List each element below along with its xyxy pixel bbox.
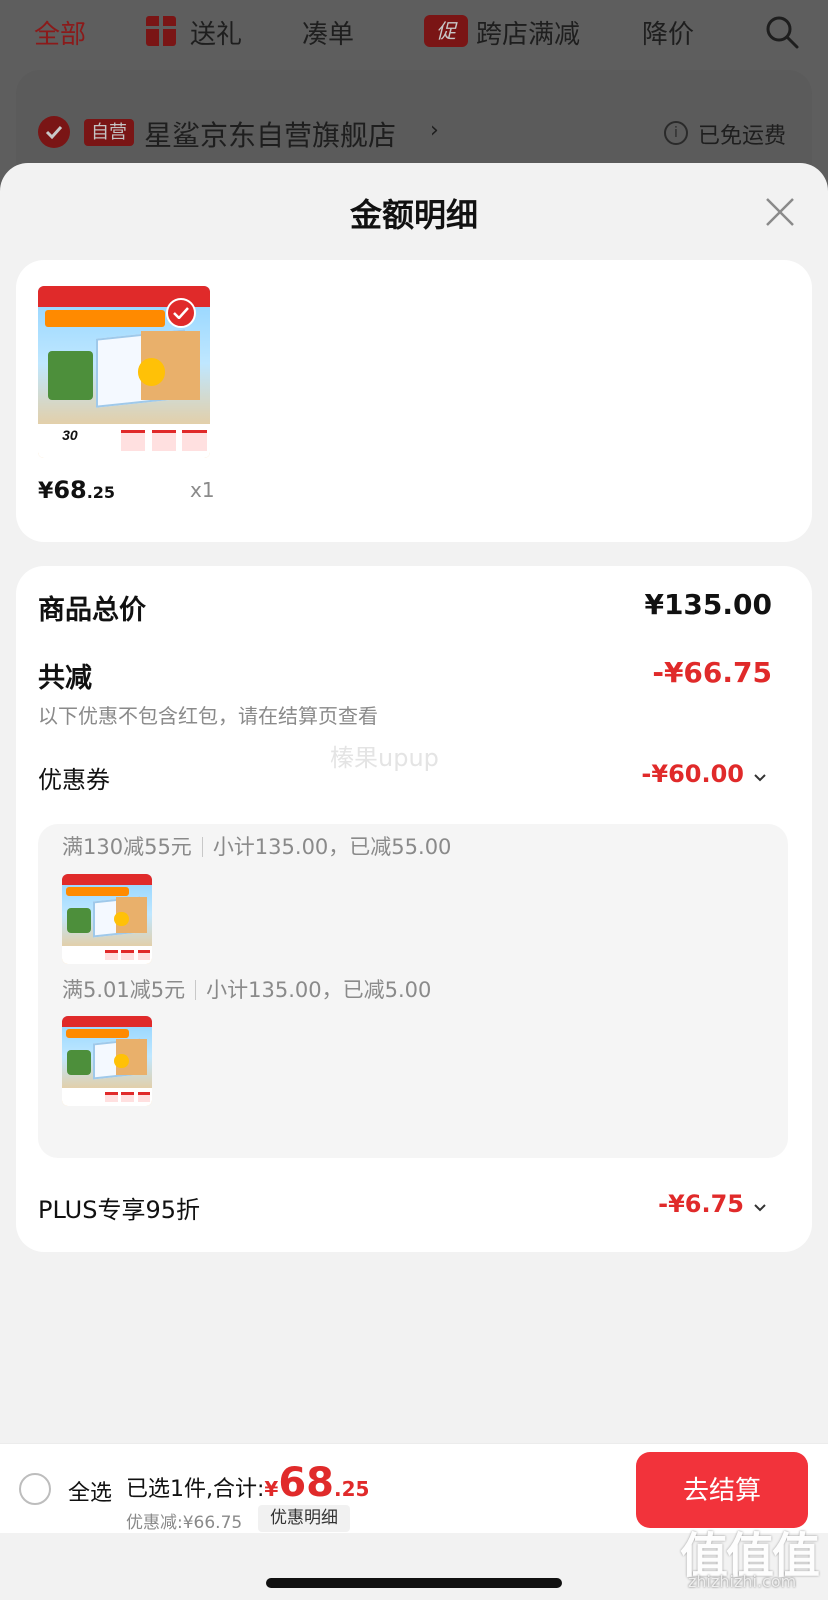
plus-discount-label: PLUS专享95折 [38,1196,200,1224]
info-icon[interactable]: i [664,121,688,145]
chevron-down-icon[interactable] [752,770,768,786]
gift-icon [146,16,176,46]
product-image-number: 30 [62,427,78,444]
order-summary: 已选1件,合计:¥68.25 [126,1460,370,1506]
shop-name[interactable]: 星鲨京东自营旗舰店 [144,114,396,154]
summary-prefix: 已选1件,合计: [126,1477,265,1502]
select-all-radio[interactable] [19,1473,51,1505]
site-watermark-url: zhizhizhi.com [688,1572,797,1591]
tab-price-drop[interactable]: 降价 [642,14,694,51]
coupon-value[interactable]: -¥60.00 [641,760,744,788]
product-price: ¥68.25 [38,476,116,504]
coupon-rule-line: 满5.01减5元 小计135.00，已减5.00 [62,974,431,1004]
order-total: 68 [278,1460,334,1506]
category-tab-bar: 全部 送礼 凑单 促 跨店满减 降价 [0,0,828,66]
watermark-text: 榛果upup [330,744,439,772]
search-icon[interactable] [764,14,800,50]
coupon-subtotal: 小计135.00，已减55.00 [212,835,452,859]
coupon-rule: 满5.01减5元 [62,978,186,1002]
discount-note: 以下优惠不包含红包，请在结算页查看 [38,704,378,728]
total-discount-label: 共减 [38,663,92,694]
product-quantity: x1 [190,478,215,502]
home-indicator [266,1578,562,1588]
tab-gift[interactable]: 送礼 [190,14,242,51]
shop-select-checkbox[interactable] [38,116,70,148]
total-discount-value: -¥66.75 [652,656,772,689]
tab-all[interactable]: 全部 [34,14,86,51]
coupon-rule: 满130减55元 [62,835,192,859]
plus-discount-value[interactable]: -¥6.75 [658,1190,744,1218]
discount-detail-button[interactable]: 优惠明细 [258,1505,350,1532]
select-all-label[interactable]: 全选 [68,1475,112,1507]
sheet-title: 金额明细 [349,196,478,234]
coupon-product-image [62,874,152,964]
saved-amount: 优惠减:¥66.75 [126,1513,243,1533]
coupon-rule-line: 满130减55元 小计135.00，已减55.00 [62,831,451,861]
tab-bundle[interactable]: 凑单 [302,14,354,51]
total-price-label: 商品总价 [38,595,146,626]
promo-icon: 促 [424,15,468,47]
total-price-value: ¥135.00 [644,588,772,621]
coupon-label: 优惠券 [38,766,110,794]
coupon-subtotal: 小计135.00，已减5.00 [206,978,432,1002]
self-operated-badge: 自营 [84,119,134,146]
chevron-right-icon: › [430,118,439,143]
chevron-down-icon[interactable] [752,1200,768,1216]
coupon-product-image [62,1016,152,1106]
product-selected-check-icon [166,298,196,328]
close-icon[interactable] [764,196,796,228]
shipping-status: 已免运费 [698,124,787,149]
tab-cross-store-discount[interactable]: 跨店满减 [476,14,580,51]
